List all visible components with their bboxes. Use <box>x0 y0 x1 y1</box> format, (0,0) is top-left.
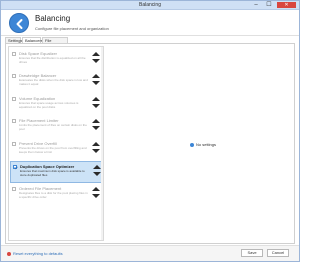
balancer-description: Prevents the drives on the pool from ove… <box>19 146 87 154</box>
page-subtitle: Configure file placement and organizatio… <box>35 26 109 31</box>
close-button[interactable]: ✕ <box>277 2 296 8</box>
balancer-description: Ensures that file distribution is equali… <box>19 56 86 64</box>
no-settings-text: No settings <box>196 142 217 147</box>
info-dot-icon <box>190 143 194 147</box>
save-button[interactable]: Save <box>241 249 263 257</box>
balancer-item-drawbridge[interactable]: Drawbridge Balancer Evacuates the disks … <box>10 71 102 93</box>
move-down-icon[interactable] <box>92 149 100 153</box>
list-scrollbar[interactable] <box>101 47 103 240</box>
balancer-item-volume-equalization[interactable]: Volume Equalization Ensures that space u… <box>10 94 102 116</box>
move-up-icon[interactable] <box>92 52 100 56</box>
back-arrow-icon <box>16 19 23 29</box>
balancer-description: Ensures that maximum disk space is avail… <box>20 169 85 177</box>
balancer-list: Disk Space Equalizer Ensures that file d… <box>8 46 104 241</box>
move-down-icon[interactable] <box>92 126 100 130</box>
maximize-button[interactable]: ☐ <box>264 2 274 8</box>
header: Balancing Configure file placement and o… <box>1 10 299 36</box>
balancer-description: Designates files to a disk for the pool … <box>19 191 88 199</box>
back-button[interactable] <box>9 13 29 33</box>
balancer-item-file-placement-limiter[interactable]: File Placement Limiter Limits the placem… <box>10 116 102 138</box>
no-settings-message: No settings <box>190 142 216 147</box>
balancer-checkbox[interactable] <box>12 52 16 56</box>
page-title: Balancing <box>35 14 71 23</box>
balancer-description: Limits the placement of files on certain… <box>19 123 87 131</box>
balancer-description: Ensures that space usage across volumes … <box>19 101 79 109</box>
reset-defaults-label: Reset everything to defaults <box>13 251 63 256</box>
balancer-checkbox[interactable] <box>12 119 16 123</box>
balancer-item-duplication-space-optimizer[interactable]: Duplication Space Optimizer Ensures that… <box>10 161 102 183</box>
move-up-icon[interactable] <box>92 119 100 123</box>
move-down-icon[interactable] <box>93 172 101 176</box>
balancer-description: Evacuates the disks when the disk space … <box>19 78 88 86</box>
tab-content: Disk Space Equalizer Ensures that file d… <box>5 43 295 244</box>
title-bar: Balancing – ☐ ✕ <box>1 1 299 10</box>
move-down-icon[interactable] <box>92 81 100 85</box>
move-up-icon[interactable] <box>93 165 101 169</box>
balancer-checkbox[interactable] <box>12 187 16 191</box>
balancer-item-prevent-drive-overfill[interactable]: Prevent Drive Overfill Prevents the driv… <box>10 139 102 161</box>
reset-defaults-link[interactable]: Reset everything to defaults <box>7 251 63 256</box>
move-down-icon[interactable] <box>92 194 100 198</box>
balancing-window: Balancing – ☐ ✕ Balancing Configure file… <box>0 0 300 262</box>
move-up-icon[interactable] <box>92 142 100 146</box>
balancer-checkbox[interactable] <box>12 74 16 78</box>
move-up-icon[interactable] <box>92 74 100 78</box>
minimize-button[interactable]: – <box>251 2 261 8</box>
move-down-icon[interactable] <box>92 59 100 63</box>
footer: Reset everything to defaults Save Cancel <box>1 245 299 261</box>
reset-icon <box>7 252 11 256</box>
balancer-item-ordered-file-placement[interactable]: Ordered File Placement Designates files … <box>10 184 102 206</box>
move-up-icon[interactable] <box>92 97 100 101</box>
cancel-button[interactable]: Cancel <box>267 249 289 257</box>
balancer-item-disk-space-equalizer[interactable]: Disk Space Equalizer Ensures that file d… <box>10 49 102 71</box>
balancer-checkbox[interactable] <box>13 165 17 169</box>
move-up-icon[interactable] <box>92 187 100 191</box>
balancer-checkbox[interactable] <box>12 142 16 146</box>
move-down-icon[interactable] <box>92 104 100 108</box>
balancer-checkbox[interactable] <box>12 97 16 101</box>
